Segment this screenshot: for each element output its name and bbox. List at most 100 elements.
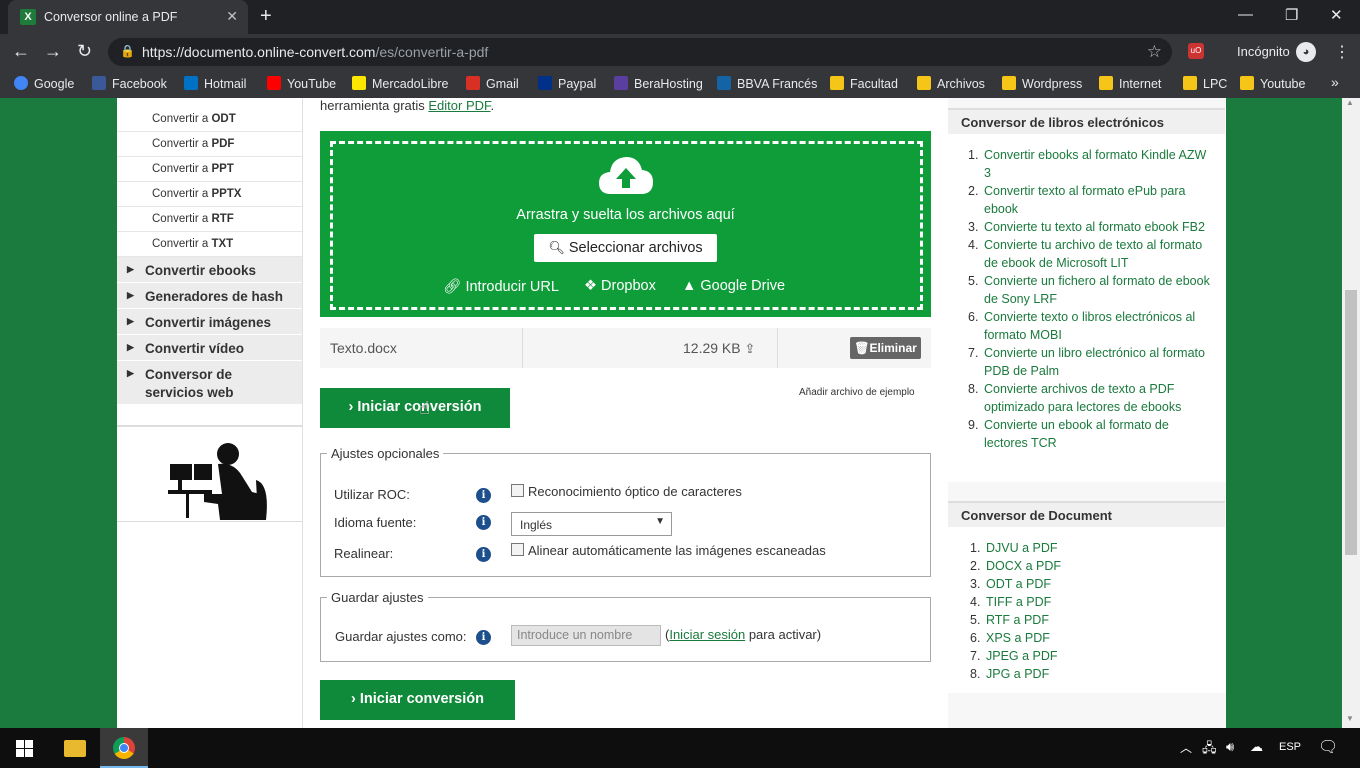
bookmark-5[interactable]: MercadoLibre — [352, 76, 448, 91]
converter-list-item[interactable]: 5. Convierte un fichero al formato de ebo… — [968, 272, 1213, 308]
start-conversion-button[interactable]: › Iniciar conversión — [320, 388, 510, 428]
google-drive-link[interactable]: ▲ Google Drive — [682, 278, 785, 294]
folder-icon — [1240, 76, 1254, 90]
chrome-icon — [113, 737, 135, 759]
file-explorer-icon[interactable] — [64, 740, 86, 757]
sidebar-subitem[interactable]: Convertir a PDF — [117, 132, 302, 157]
bookmark-star-icon[interactable]: ☆ — [1147, 42, 1162, 62]
volume-icon[interactable]: 🔊︎ — [1226, 739, 1234, 755]
bookmark-2[interactable]: Facebook — [92, 76, 167, 91]
window-close-icon[interactable]: ✕ — [1330, 6, 1343, 24]
sidebar-subitem[interactable]: Convertir a ODT — [117, 107, 302, 132]
sidebar-subitem[interactable]: Convertir a PPTX — [117, 182, 302, 207]
source-language-select[interactable]: Inglés ▼ — [511, 512, 672, 536]
network-icon[interactable]: 🖧︎ — [1202, 739, 1217, 761]
settings-name-input[interactable]: Introduce un nombre — [511, 625, 661, 646]
editor-pdf-link[interactable]: Editor PDF — [428, 98, 490, 113]
file-name: Texto.docx — [330, 340, 397, 356]
tab-close-icon[interactable]: ✕ — [226, 8, 238, 25]
bookmark-4[interactable]: YouTube — [267, 76, 336, 91]
gmail-icon — [466, 76, 480, 90]
info-icon[interactable]: i — [476, 547, 491, 562]
bookmark-15[interactable]: Youtube — [1240, 76, 1305, 91]
document-converter-list: 1. DJVU a PDF 2. DOCX a PDF 3. ODT a PDF 4. TIF… — [970, 539, 1170, 683]
sidebar-category[interactable]: ▶ Convertir imágenes — [117, 309, 302, 335]
login-link[interactable]: Iniciar sesión — [669, 627, 745, 642]
bookmark-8[interactable]: BeraHosting — [614, 76, 703, 91]
dropbox-link[interactable]: ❖ Dropbox — [584, 278, 656, 294]
bookmark-7[interactable]: Paypal — [538, 76, 596, 91]
new-tab-icon[interactable]: + — [260, 5, 272, 28]
add-sample-file-link[interactable]: Añadir archivo de ejemplo — [799, 387, 915, 398]
chrome-taskbar-button[interactable] — [100, 728, 148, 768]
ocr-checkbox[interactable] — [511, 484, 524, 497]
bookmarks-more-icon[interactable]: » — [1331, 74, 1339, 90]
browser-menu-icon[interactable]: ⋮ — [1334, 42, 1350, 62]
converter-list-item[interactable]: 7. Convierte un libro electrónico al form… — [968, 344, 1213, 380]
input-language[interactable]: ESP — [1279, 741, 1301, 753]
folder-icon — [830, 76, 844, 90]
address-bar[interactable]: 🔒 https://documento.online-convert.com/e… — [108, 38, 1172, 66]
folder-icon — [1183, 76, 1197, 90]
sidebar-category[interactable]: ▶ Generadores de hash — [117, 283, 302, 309]
converter-list-item[interactable]: 1. DJVU a PDF — [970, 539, 1170, 557]
converter-list-item[interactable]: 6. Convierte texto o libros electrónicos … — [968, 308, 1213, 344]
sidebar-category[interactable]: ▶ Conversor de servicios web — [117, 361, 302, 405]
sidebar-category[interactable]: ▶ Convertir vídeo — [117, 335, 302, 361]
converter-list-item[interactable]: 1. Convertir ebooks al formato Kindle AZW… — [968, 146, 1213, 182]
converter-list-item[interactable]: 9. Convierte un ebook al formato de lecto… — [968, 416, 1213, 452]
sidebar-subitem[interactable]: Convertir a TXT — [117, 232, 302, 257]
bookmark-6[interactable]: Gmail — [466, 76, 519, 91]
converter-list-item[interactable]: 2. DOCX a PDF — [970, 557, 1170, 575]
notifications-icon[interactable]: 🗨︎ — [1318, 737, 1338, 757]
minimize-icon[interactable]: — — [1238, 6, 1253, 23]
converter-list-item[interactable]: 3. ODT a PDF — [970, 575, 1170, 593]
bookmark-12[interactable]: Wordpress — [1002, 76, 1082, 91]
realign-checkbox[interactable] — [511, 543, 524, 556]
bookmark-9[interactable]: BBVA Francés — [717, 76, 817, 91]
reload-icon[interactable]: ↻ — [77, 41, 92, 62]
bookmark-3[interactable]: Hotmail — [184, 76, 246, 91]
facebook-icon — [92, 76, 106, 90]
converter-list-item[interactable]: 8. JPG a PDF — [970, 665, 1170, 683]
info-icon[interactable]: i — [476, 630, 491, 645]
onedrive-icon[interactable]: ☁︎ — [1250, 739, 1263, 755]
extension-icon[interactable]: uO — [1188, 43, 1204, 59]
scroll-up-icon[interactable]: ▲ — [1346, 98, 1354, 107]
select-files-button[interactable]: 🔍︎ Seleccionar archivos — [534, 234, 717, 262]
windows-start-icon[interactable] — [16, 740, 33, 757]
info-icon[interactable]: i — [476, 515, 491, 530]
converter-list-item[interactable]: 7. JPEG a PDF — [970, 647, 1170, 665]
sidebar-subitem[interactable]: Convertir a RTF — [117, 207, 302, 232]
bookmark-11[interactable]: Archivos — [917, 76, 985, 91]
back-icon[interactable]: ← — [12, 41, 30, 62]
start-conversion-button-bottom[interactable]: › Iniciar conversión — [320, 680, 515, 720]
bookmark-10[interactable]: Facultad — [830, 76, 898, 91]
browser-tab[interactable]: X Conversor online a PDF ✕ — [8, 0, 248, 34]
youtube-icon — [267, 76, 281, 90]
ebook-converter-title: Conversor de libros electrónicos — [948, 108, 1225, 134]
converter-list-item[interactable]: 2. Convertir texto al formato ePub para e… — [968, 182, 1213, 218]
tray-chevron-icon[interactable]: ︿ — [1180, 739, 1192, 756]
scroll-down-icon[interactable]: ▼ — [1346, 714, 1354, 723]
bookmark-14[interactable]: LPC — [1183, 76, 1227, 91]
optional-settings-legend: Ajustes opcionales — [327, 446, 444, 461]
bookmark-1[interactable]: Google — [14, 76, 74, 91]
scrollbar-thumb[interactable] — [1345, 290, 1357, 555]
converter-list-item[interactable]: 4. Convierte tu archivo de texto al forma… — [968, 236, 1213, 272]
info-icon[interactable]: i — [476, 488, 491, 503]
maximize-icon[interactable]: ❐ — [1285, 6, 1298, 24]
converter-list-item[interactable]: 3. Convierte tu texto al formato ebook FB… — [968, 218, 1213, 236]
forward-icon[interactable]: → — [44, 41, 62, 62]
delete-file-button[interactable]: 🗑︎Eliminar — [850, 337, 921, 359]
converter-list-item[interactable]: 4. TIFF a PDF — [970, 593, 1170, 611]
converter-list-item[interactable]: 8. Convierte archivos de texto a PDF opti… — [968, 380, 1213, 416]
bookmark-13[interactable]: Internet — [1099, 76, 1161, 91]
folder-icon — [1099, 76, 1113, 90]
enter-url-link[interactable]: 🔗︎ Introducir URL — [443, 278, 559, 295]
sidebar-category[interactable]: ▶ Convertir ebooks — [117, 257, 302, 283]
converter-list-item[interactable]: 6. XPS a PDF — [970, 629, 1170, 647]
incognito-icon[interactable]: ◕ — [1296, 42, 1316, 62]
sidebar-subitem[interactable]: Convertir a PPT — [117, 157, 302, 182]
converter-list-item[interactable]: 5. RTF a PDF — [970, 611, 1170, 629]
